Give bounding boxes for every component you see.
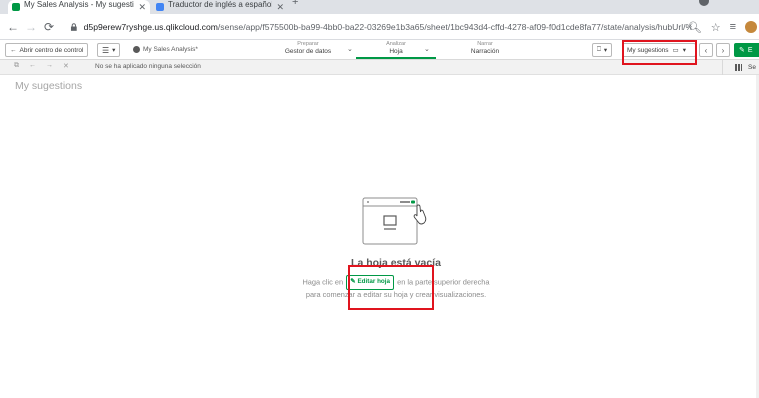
edit-sheet-label: E	[747, 46, 753, 54]
tab-title: Traductor de inglés a español - ...	[168, 0, 273, 9]
edit-sheet-button[interactable]: ✎ E	[734, 43, 759, 57]
zoom-icon[interactable]: 🔍︎	[688, 21, 702, 34]
lock-icon	[70, 23, 77, 31]
desc-before: Haga clic en	[302, 277, 344, 287]
close-tab-icon[interactable]: ✕	[138, 2, 146, 13]
empty-sheet-description: Haga clic en ✎ Editar hoja en la parte s…	[300, 275, 492, 300]
browser-address-bar: ← → ⟳ d5p9erew7ryshge.us.qlikcloud.com/s…	[0, 14, 759, 40]
inline-edit-sheet-button[interactable]: ✎ Editar hoja	[346, 275, 395, 290]
empty-sheet-title: La hoja está vacía	[351, 257, 441, 269]
hamburger-icon: ☰	[102, 45, 110, 55]
selection-tools: ⧉ ← → ✕	[14, 62, 69, 70]
tab-narrate[interactable]: Narrar Narración	[459, 41, 511, 59]
url-field[interactable]: d5p9erew7ryshge.us.qlikcloud.com/sense/a…	[70, 18, 692, 36]
smart-search-icon[interactable]: ⧉	[14, 62, 19, 70]
grid-icon	[735, 64, 742, 71]
open-hub-label: Abrir centro de control	[19, 46, 84, 54]
selection-bar: ⧉ ← → ✕ No se ha aplicado ninguna selecc…	[0, 60, 759, 75]
chevron-down-icon[interactable]: ⌄	[347, 45, 353, 53]
bookmarks-button[interactable]: ⎕ ▾	[592, 43, 613, 57]
back-arrow-icon: ←	[10, 46, 17, 54]
app-title[interactable]: My Sales Analysis*	[133, 46, 198, 53]
new-tab-button[interactable]: +	[292, 0, 298, 8]
tab-title: My Sales Analysis - My sugesti...	[24, 0, 135, 9]
next-sheet-button[interactable]: ›	[716, 43, 730, 57]
selections-tool-button[interactable]: Se	[722, 60, 759, 75]
app-name-label: My Sales Analysis*	[143, 46, 198, 53]
chevron-down-icon: ▾	[603, 47, 608, 54]
sheet-selector-label: My sugestions	[627, 46, 669, 54]
qlik-favicon-icon	[12, 3, 20, 11]
url-host: d5p9erew7ryshge.us.qlikcloud.com	[83, 22, 218, 32]
chevron-down-icon: ▾	[682, 47, 686, 54]
bookmark-icon: ⎕	[597, 46, 601, 53]
qlik-toolbar: ← Abrir centro de control ☰ ▾ My Sales A…	[0, 40, 759, 60]
browser-tab-active[interactable]: My Sales Analysis - My sugesti... ✕	[8, 0, 150, 14]
pencil-icon: ✎	[350, 278, 356, 285]
open-hub-button[interactable]: ← Abrir centro de control	[5, 43, 89, 57]
previous-sheet-button[interactable]: ‹	[699, 43, 713, 57]
close-tab-icon[interactable]: ✕	[276, 2, 284, 13]
step-caption: Preparar	[297, 41, 319, 47]
empty-sheet-illustration-icon	[362, 197, 427, 245]
sheet-selector[interactable]: My sugestions ▭ ▾	[622, 43, 696, 57]
reading-list-icon[interactable]: ≡	[730, 21, 736, 33]
bookmark-star-icon[interactable]: ☆	[711, 21, 721, 34]
step-caption: Narrar	[477, 41, 493, 47]
step-label: Narración	[470, 48, 500, 55]
back-arrow-icon[interactable]: ←	[4, 20, 22, 34]
chevron-down-icon[interactable]: ⌄	[424, 45, 430, 53]
step-back-icon[interactable]: ←	[29, 62, 36, 70]
sheet-title: My sugestions	[15, 80, 83, 92]
chevron-down-icon: ▾	[112, 47, 116, 54]
reload-icon[interactable]: ⟳	[40, 20, 58, 34]
browser-tab[interactable]: Traductor de inglés a español - ... ✕	[152, 0, 288, 14]
pencil-icon: ✎	[739, 47, 745, 54]
inline-edit-label: Editar hoja	[357, 278, 391, 285]
tab-prepare[interactable]: Preparar Gestor de datos	[276, 41, 340, 59]
avatar[interactable]	[745, 21, 757, 33]
browser-actions: 🔍︎ ☆ ≡	[688, 14, 759, 40]
global-menu-button[interactable]: ☰ ▾	[97, 43, 121, 57]
selection-status: No se ha aplicado ninguna selección	[95, 63, 201, 70]
url-path: /sense/app/f575500b-ba99-4bb0-ba22-03269…	[217, 22, 692, 32]
translate-favicon-icon	[156, 3, 164, 11]
step-label: Gestor de datos	[284, 48, 332, 55]
profile-dot-icon[interactable]	[699, 0, 709, 6]
sheet-icon: ▭	[672, 47, 679, 54]
globe-icon	[133, 46, 140, 53]
selections-tool-label: Se	[748, 64, 756, 71]
step-forward-icon[interactable]: →	[46, 62, 53, 70]
clear-selections-icon[interactable]: ✕	[63, 62, 69, 70]
forward-arrow-icon[interactable]: →	[22, 20, 40, 34]
browser-tab-strip: My Sales Analysis - My sugesti... ✕ Trad…	[0, 0, 759, 14]
